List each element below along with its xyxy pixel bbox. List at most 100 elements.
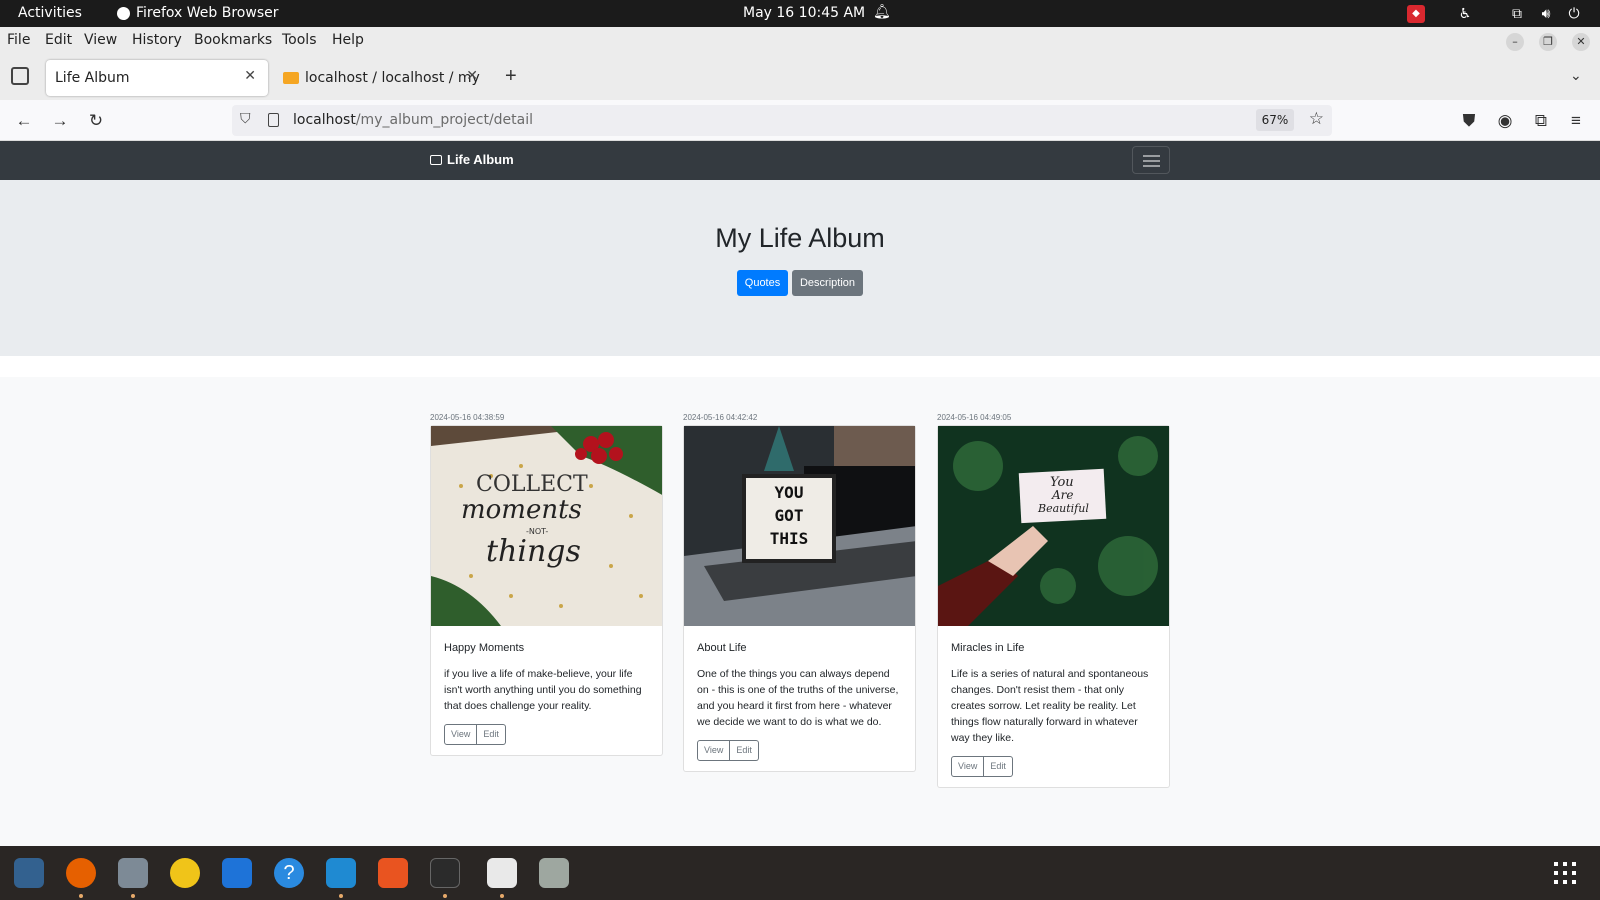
- svg-text:COLLECT: COLLECT: [476, 472, 588, 497]
- card-title: Miracles in Life: [951, 642, 1025, 654]
- camera-icon: [430, 154, 442, 165]
- browser-menubar: File Edit View History Bookmarks Tools H…: [0, 27, 1600, 55]
- card-text: if you live a life of make-believe, your…: [444, 668, 642, 712]
- tab-phpmyadmin[interactable]: localhost / localhost / my ✕: [274, 60, 490, 96]
- app-menu[interactable]: Firefox Web Browser: [117, 5, 279, 21]
- shield-icon[interactable]: ⛉: [240, 111, 251, 127]
- menu-file[interactable]: File: [7, 32, 30, 48]
- restore-icon[interactable]: ❐: [1539, 33, 1557, 51]
- card-text: One of the things you can always depend …: [697, 668, 899, 728]
- page-icon[interactable]: [268, 113, 279, 127]
- running-indicator: [500, 894, 504, 898]
- minimize-icon[interactable]: –: [1506, 33, 1524, 51]
- app-center-icon[interactable]: [378, 858, 408, 888]
- phpmyadmin-icon: [283, 72, 299, 84]
- new-tab-icon[interactable]: +: [505, 65, 517, 88]
- svg-text:Beautiful: Beautiful: [1037, 502, 1089, 515]
- vscode-icon[interactable]: [326, 858, 356, 888]
- notification-bell-icon[interactable]: 🔔︎: [873, 4, 891, 20]
- hamburger-line: [1143, 160, 1160, 162]
- site-brand[interactable]: Life Album: [430, 152, 514, 167]
- view-button[interactable]: View: [697, 740, 731, 761]
- url-bar[interactable]: ⛉ localhost/my_album_project/detail 67% …: [232, 105, 1332, 136]
- svg-text:Are: Are: [1051, 488, 1074, 502]
- card-timestamp: 2024-05-16 04:49:05: [937, 413, 1012, 422]
- network-icon[interactable]: ⧉: [1508, 5, 1526, 23]
- close-tab-icon[interactable]: ✕: [466, 68, 478, 84]
- reload-icon[interactable]: ↻: [85, 110, 107, 132]
- close-window-icon[interactable]: ✕: [1572, 33, 1590, 51]
- svg-text:things: things: [486, 534, 581, 569]
- clock[interactable]: May 16 10:45 AM: [743, 5, 865, 21]
- card-timestamp: 2024-05-16 04:38:59: [430, 413, 505, 422]
- quotes-button[interactable]: Quotes: [737, 270, 788, 296]
- trash-icon[interactable]: [539, 858, 569, 888]
- tab-bar: Life Album ✕ localhost / localhost / my …: [0, 55, 1600, 100]
- hamburger-line: [1143, 165, 1160, 167]
- album-card: You Are Beautiful Miracles in Life Life …: [937, 425, 1170, 788]
- menu-bookmarks[interactable]: Bookmarks: [194, 32, 272, 48]
- help-icon[interactable]: ?: [274, 858, 304, 888]
- hamburger-icon: [1143, 155, 1160, 157]
- album-card: COLLECT moments -NOT- things Happy Momen…: [430, 425, 663, 756]
- running-indicator: [79, 894, 83, 898]
- svg-text:GOT: GOT: [775, 506, 804, 525]
- menu-view[interactable]: View: [84, 32, 117, 48]
- app-menu-icon[interactable]: ≡: [1565, 110, 1587, 132]
- page-heading: My Life Album: [715, 223, 885, 253]
- svg-text:THIS: THIS: [770, 529, 809, 548]
- rhythmbox-icon[interactable]: [170, 858, 200, 888]
- menu-tools[interactable]: Tools: [282, 32, 317, 48]
- tab-label: localhost / localhost / my: [305, 70, 480, 86]
- account-icon[interactable]: ◉: [1494, 110, 1516, 132]
- running-indicator: [443, 894, 447, 898]
- menu-edit[interactable]: Edit: [45, 32, 72, 48]
- terminal-icon[interactable]: [430, 858, 460, 888]
- text-editor-icon[interactable]: [487, 858, 517, 888]
- activities-button[interactable]: Activities: [18, 5, 82, 21]
- app-name: Firefox Web Browser: [136, 5, 279, 21]
- edit-button[interactable]: Edit: [730, 740, 759, 761]
- tab-life-album[interactable]: Life Album ✕: [46, 60, 268, 96]
- app-grid-icon[interactable]: [1554, 862, 1576, 884]
- card-button-group: View Edit: [951, 756, 1013, 777]
- close-tab-icon[interactable]: ✕: [244, 68, 256, 84]
- accessibility-icon[interactable]: ♿︎: [1456, 5, 1474, 23]
- screen-share-icon[interactable]: ◆: [1407, 5, 1425, 23]
- forward-icon[interactable]: →: [49, 110, 71, 132]
- files-icon[interactable]: [118, 858, 148, 888]
- card-title: About Life: [697, 642, 747, 654]
- firefox-icon[interactable]: [66, 858, 96, 888]
- list-tabs-icon[interactable]: ⌄: [1570, 67, 1582, 84]
- menu-history[interactable]: History: [132, 32, 182, 48]
- power-icon[interactable]: ⏻: [1565, 5, 1583, 23]
- brand-label: Life Album: [447, 152, 514, 167]
- extensions-icon[interactable]: ⧉: [1530, 110, 1552, 132]
- description-button[interactable]: Description: [792, 270, 863, 296]
- edit-button[interactable]: Edit: [477, 724, 506, 745]
- tab-label: Life Album: [55, 70, 130, 86]
- back-icon[interactable]: ←: [13, 110, 35, 132]
- navigation-toolbar: ← → ↻ ⛉ localhost/my_album_project/detai…: [0, 100, 1600, 141]
- card-image-you-got-this: YOU GOT THIS: [684, 426, 915, 626]
- card-title: Happy Moments: [444, 642, 525, 654]
- system-top-bar: Activities Firefox Web Browser May 16 10…: [0, 0, 1600, 27]
- bookmark-star-icon[interactable]: ☆: [1309, 109, 1324, 129]
- site-navbar: Life Album: [0, 141, 1600, 180]
- svg-text:YOU: YOU: [775, 483, 804, 502]
- writer-icon[interactable]: [222, 858, 252, 888]
- zoom-indicator[interactable]: 67%: [1256, 109, 1294, 131]
- pgadmin-icon[interactable]: [14, 858, 44, 888]
- view-button[interactable]: View: [444, 724, 478, 745]
- card-timestamp: 2024-05-16 04:42:42: [683, 413, 758, 422]
- web-page: Life Album My Life Album Quotes Descript…: [0, 141, 1600, 846]
- edit-button[interactable]: Edit: [984, 756, 1013, 777]
- navbar-toggler-button[interactable]: [1132, 146, 1170, 174]
- card-text: Life is a series of natural and spontane…: [951, 668, 1149, 744]
- tab-overview-icon[interactable]: [11, 67, 29, 85]
- menu-help[interactable]: Help: [332, 32, 364, 48]
- url-text[interactable]: localhost/my_album_project/detail: [293, 112, 533, 128]
- volume-icon[interactable]: 🔊︎: [1537, 5, 1555, 23]
- pocket-icon[interactable]: ⛊: [1458, 110, 1480, 132]
- view-button[interactable]: View: [951, 756, 985, 777]
